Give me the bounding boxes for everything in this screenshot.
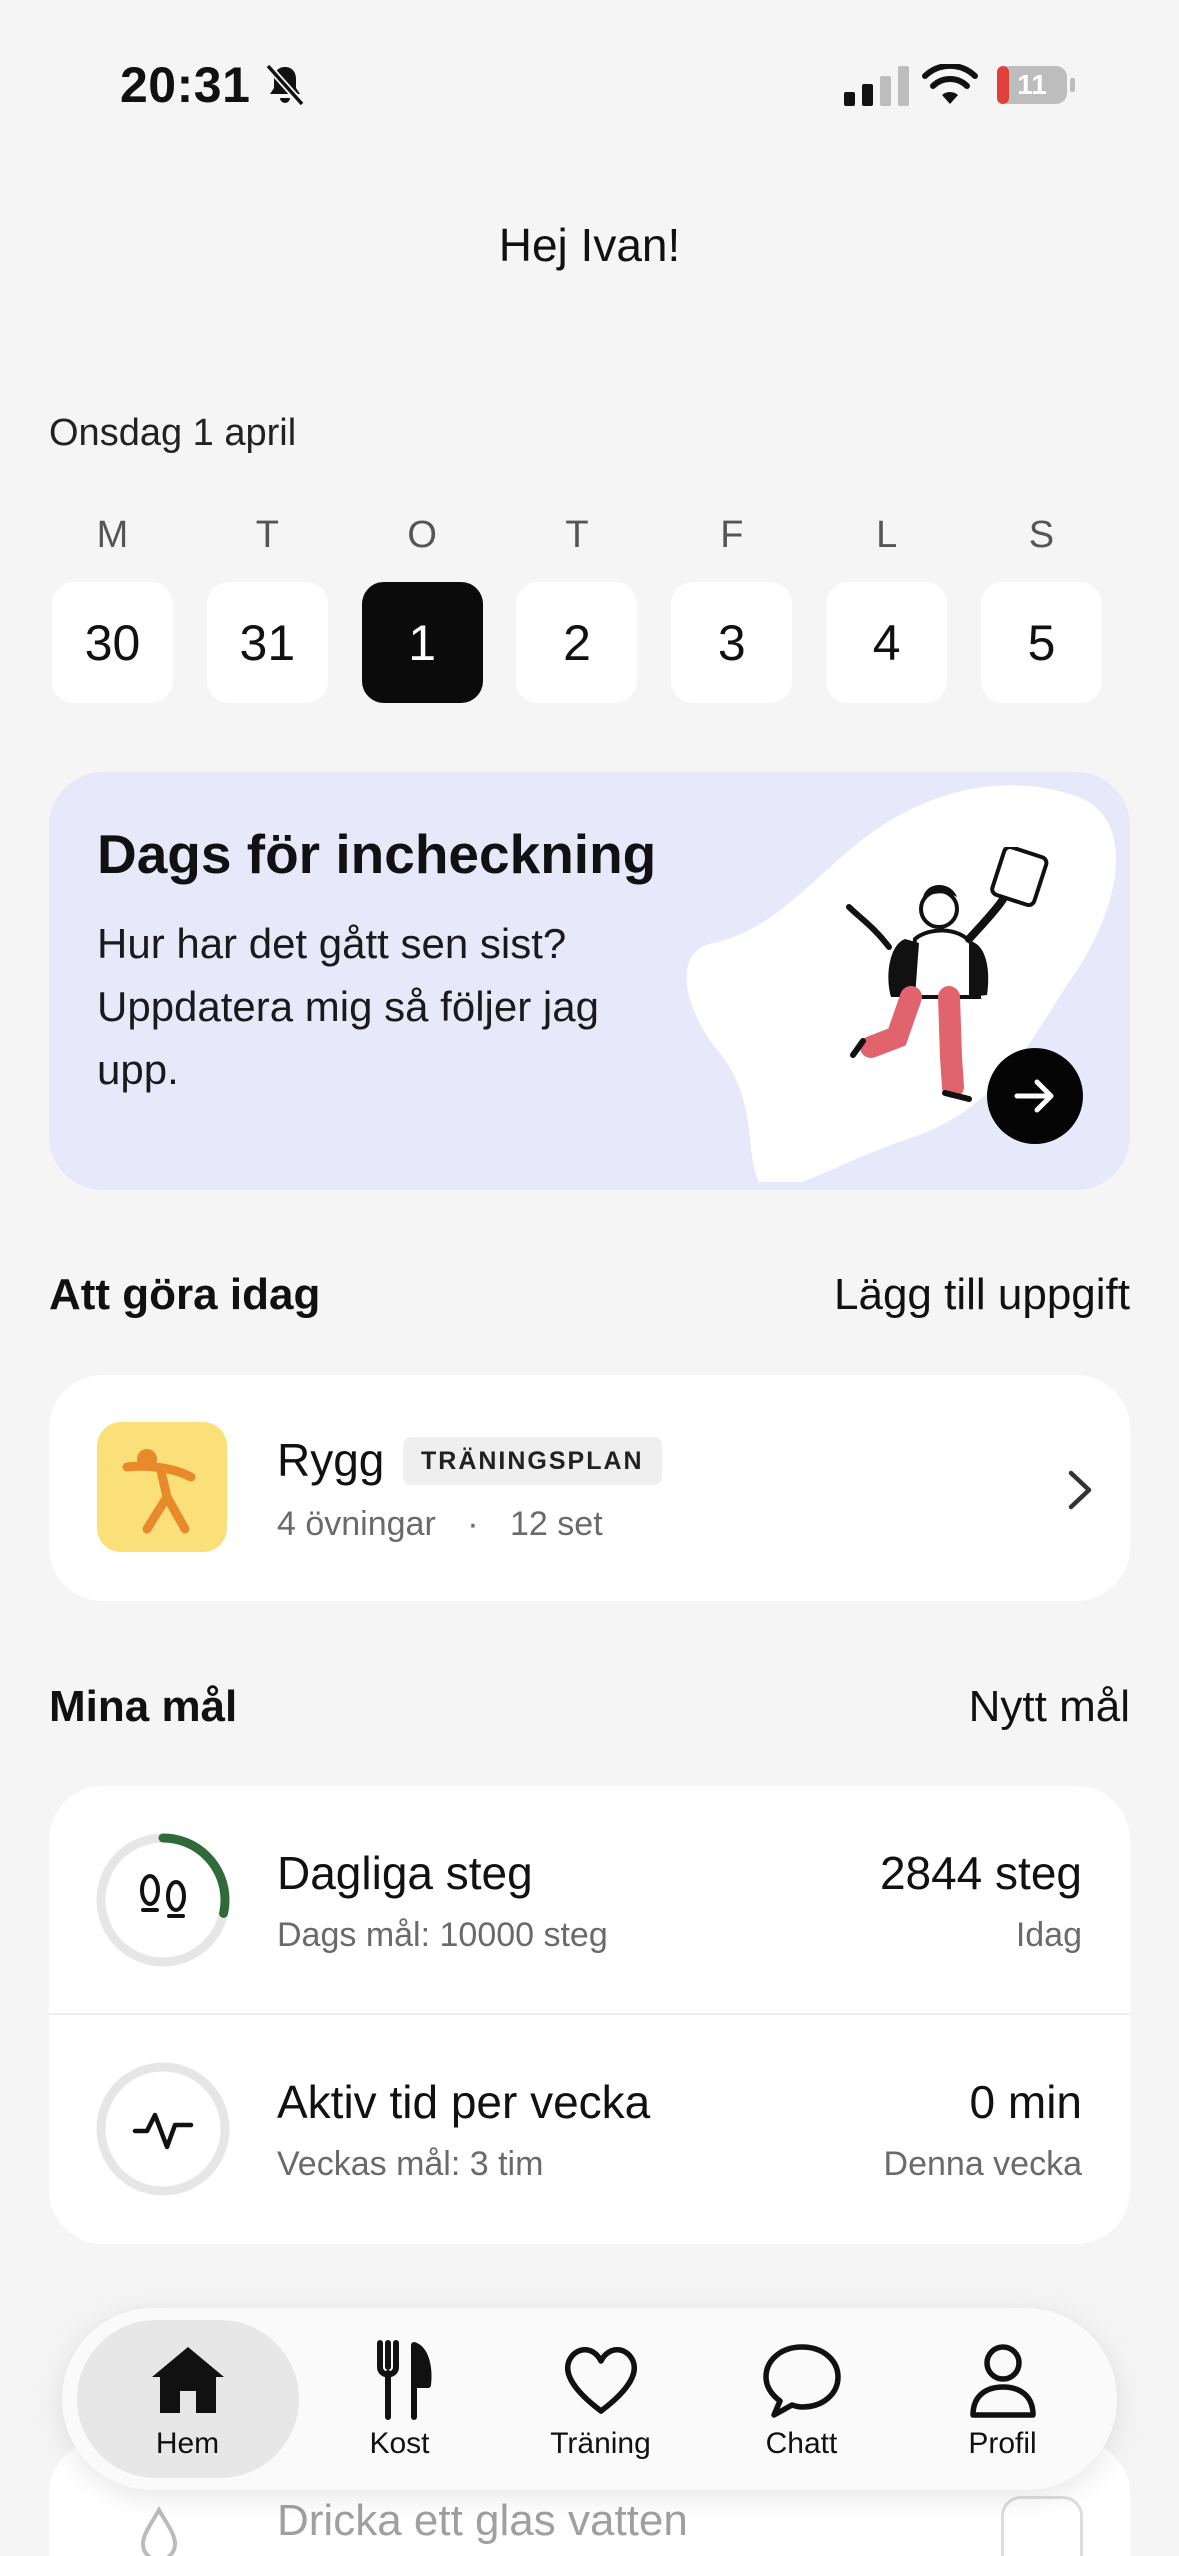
goal-value: 2844 steg [879,1847,1082,1899]
tab-profil[interactable]: Profil [903,2320,1103,2478]
goals-card: Dagliga steg Dags mål: 10000 steg 2844 s… [49,1786,1130,2244]
goal-name: Dagliga steg [277,1847,533,1899]
task-sets: 12 set [510,1505,603,1543]
task-card[interactable]: Rygg TRÄNINGSPLAN 4 övningar · 12 set [49,1375,1130,1601]
footsteps-icon [140,1874,186,1918]
weekday-letter: S [1028,514,1055,556]
goals-section-title: Mina mål [49,1682,238,1731]
bell-muted-icon [265,63,305,107]
day-button[interactable]: 2 [516,582,638,703]
tab-hem[interactable]: Hem [76,2320,299,2478]
goal-period: Denna vecka [883,2145,1082,2183]
date-label: Onsdag 1 april [49,412,297,454]
goal-target: Veckas mål: 3 tim [277,2145,544,2183]
goal-value: 0 min [969,2076,1082,2128]
chevron-right-icon [1068,1470,1092,1510]
battery-icon: 11 [996,64,1076,106]
task-badge: TRÄNINGSPLAN [403,1437,662,1485]
heart-icon [564,2347,637,2414]
home-icon [151,2347,224,2413]
tab-label: Chatt [765,2427,838,2460]
day-column[interactable]: T 31 [206,505,328,703]
stretch-exercise-icon [97,1422,227,1552]
goal-target: Dags mål: 10000 steg [277,1916,608,1954]
day-column[interactable]: F 3 [671,505,793,703]
meta-separator: · [467,1505,479,1543]
tab-label: Profil [968,2427,1037,2460]
checkin-card[interactable]: Dags för incheckning Hur har det gått se… [49,772,1130,1190]
checkin-title: Dags för incheckning [97,823,657,885]
chat-bubble-icon [762,2344,841,2418]
progress-ring [96,1833,230,1967]
goal-row-steps[interactable]: Dagliga steg Dags mål: 10000 steg 2844 s… [49,1786,1130,2015]
day-button[interactable]: 5 [980,582,1102,703]
day-button[interactable]: 30 [52,582,173,703]
tab-label: Träning [550,2427,651,2460]
week-strip: M 30 T 31 O 1 T 2 F 3 L 4 S 5 [52,505,1102,703]
tab-label: Hem [155,2427,220,2460]
weekday-letter: L [876,514,898,556]
tab-bar: Hem Kost Träning Chatt Profil [62,2308,1117,2490]
arrow-right-icon [1014,1079,1054,1113]
tab-kost[interactable]: Kost [300,2320,500,2478]
task-exercises: 4 övningar [277,1505,436,1543]
day-button-selected[interactable]: 1 [361,582,483,703]
water-drop-icon [140,2505,178,2556]
task-checkbox[interactable] [1001,2496,1083,2556]
page-title: Hej Ivan! [498,219,681,271]
task-meta: 4 övningar · 12 set [277,1505,603,1544]
task-name: Rygg [277,1434,385,1486]
new-goal-link[interactable]: Nytt mål [969,1682,1130,1732]
weekday-letter: F [720,514,744,556]
person-icon [969,2344,1036,2418]
checkin-text: Hur har det gått sen sist? Uppdatera mig… [97,920,599,1093]
checkin-arrow-button[interactable] [987,1048,1083,1144]
tab-chatt[interactable]: Chatt [702,2320,902,2478]
tab-label: Kost [369,2427,430,2460]
day-column[interactable]: O 1 [361,505,483,703]
activity-pulse-icon [132,2112,194,2150]
todo-section-title: Att göra idag [49,1270,321,1319]
goal-row-active-time[interactable]: Aktiv tid per vecka Veckas mål: 3 tim 0 … [49,2015,1130,2244]
day-column[interactable]: T 2 [516,505,638,703]
cellular-signal-icon [844,66,909,106]
weekday-letter: O [407,514,437,556]
day-column[interactable]: M 30 [52,505,173,703]
progress-ring [96,2062,230,2196]
day-button[interactable]: 31 [206,582,328,703]
wifi-icon [922,64,978,104]
day-button[interactable]: 4 [826,582,948,703]
weekday-letter: T [565,514,589,556]
tab-traning[interactable]: Träning [501,2320,701,2478]
weekday-letter: T [255,514,279,556]
day-button[interactable]: 3 [671,582,793,703]
day-column[interactable]: L 4 [826,505,948,703]
battery-level: 11 [1017,69,1047,100]
goal-name: Aktiv tid per vecka [277,2076,651,2128]
add-task-link[interactable]: Lägg till uppgift [834,1270,1130,1320]
day-column[interactable]: S 5 [980,505,1102,703]
goal-period: Idag [1015,1916,1082,1954]
hidden-task-label: Dricka ett glas vatten [277,2496,688,2545]
weekday-letter: M [96,514,129,556]
status-time: 20:31 [120,57,251,113]
fork-knife-icon [376,2340,431,2420]
